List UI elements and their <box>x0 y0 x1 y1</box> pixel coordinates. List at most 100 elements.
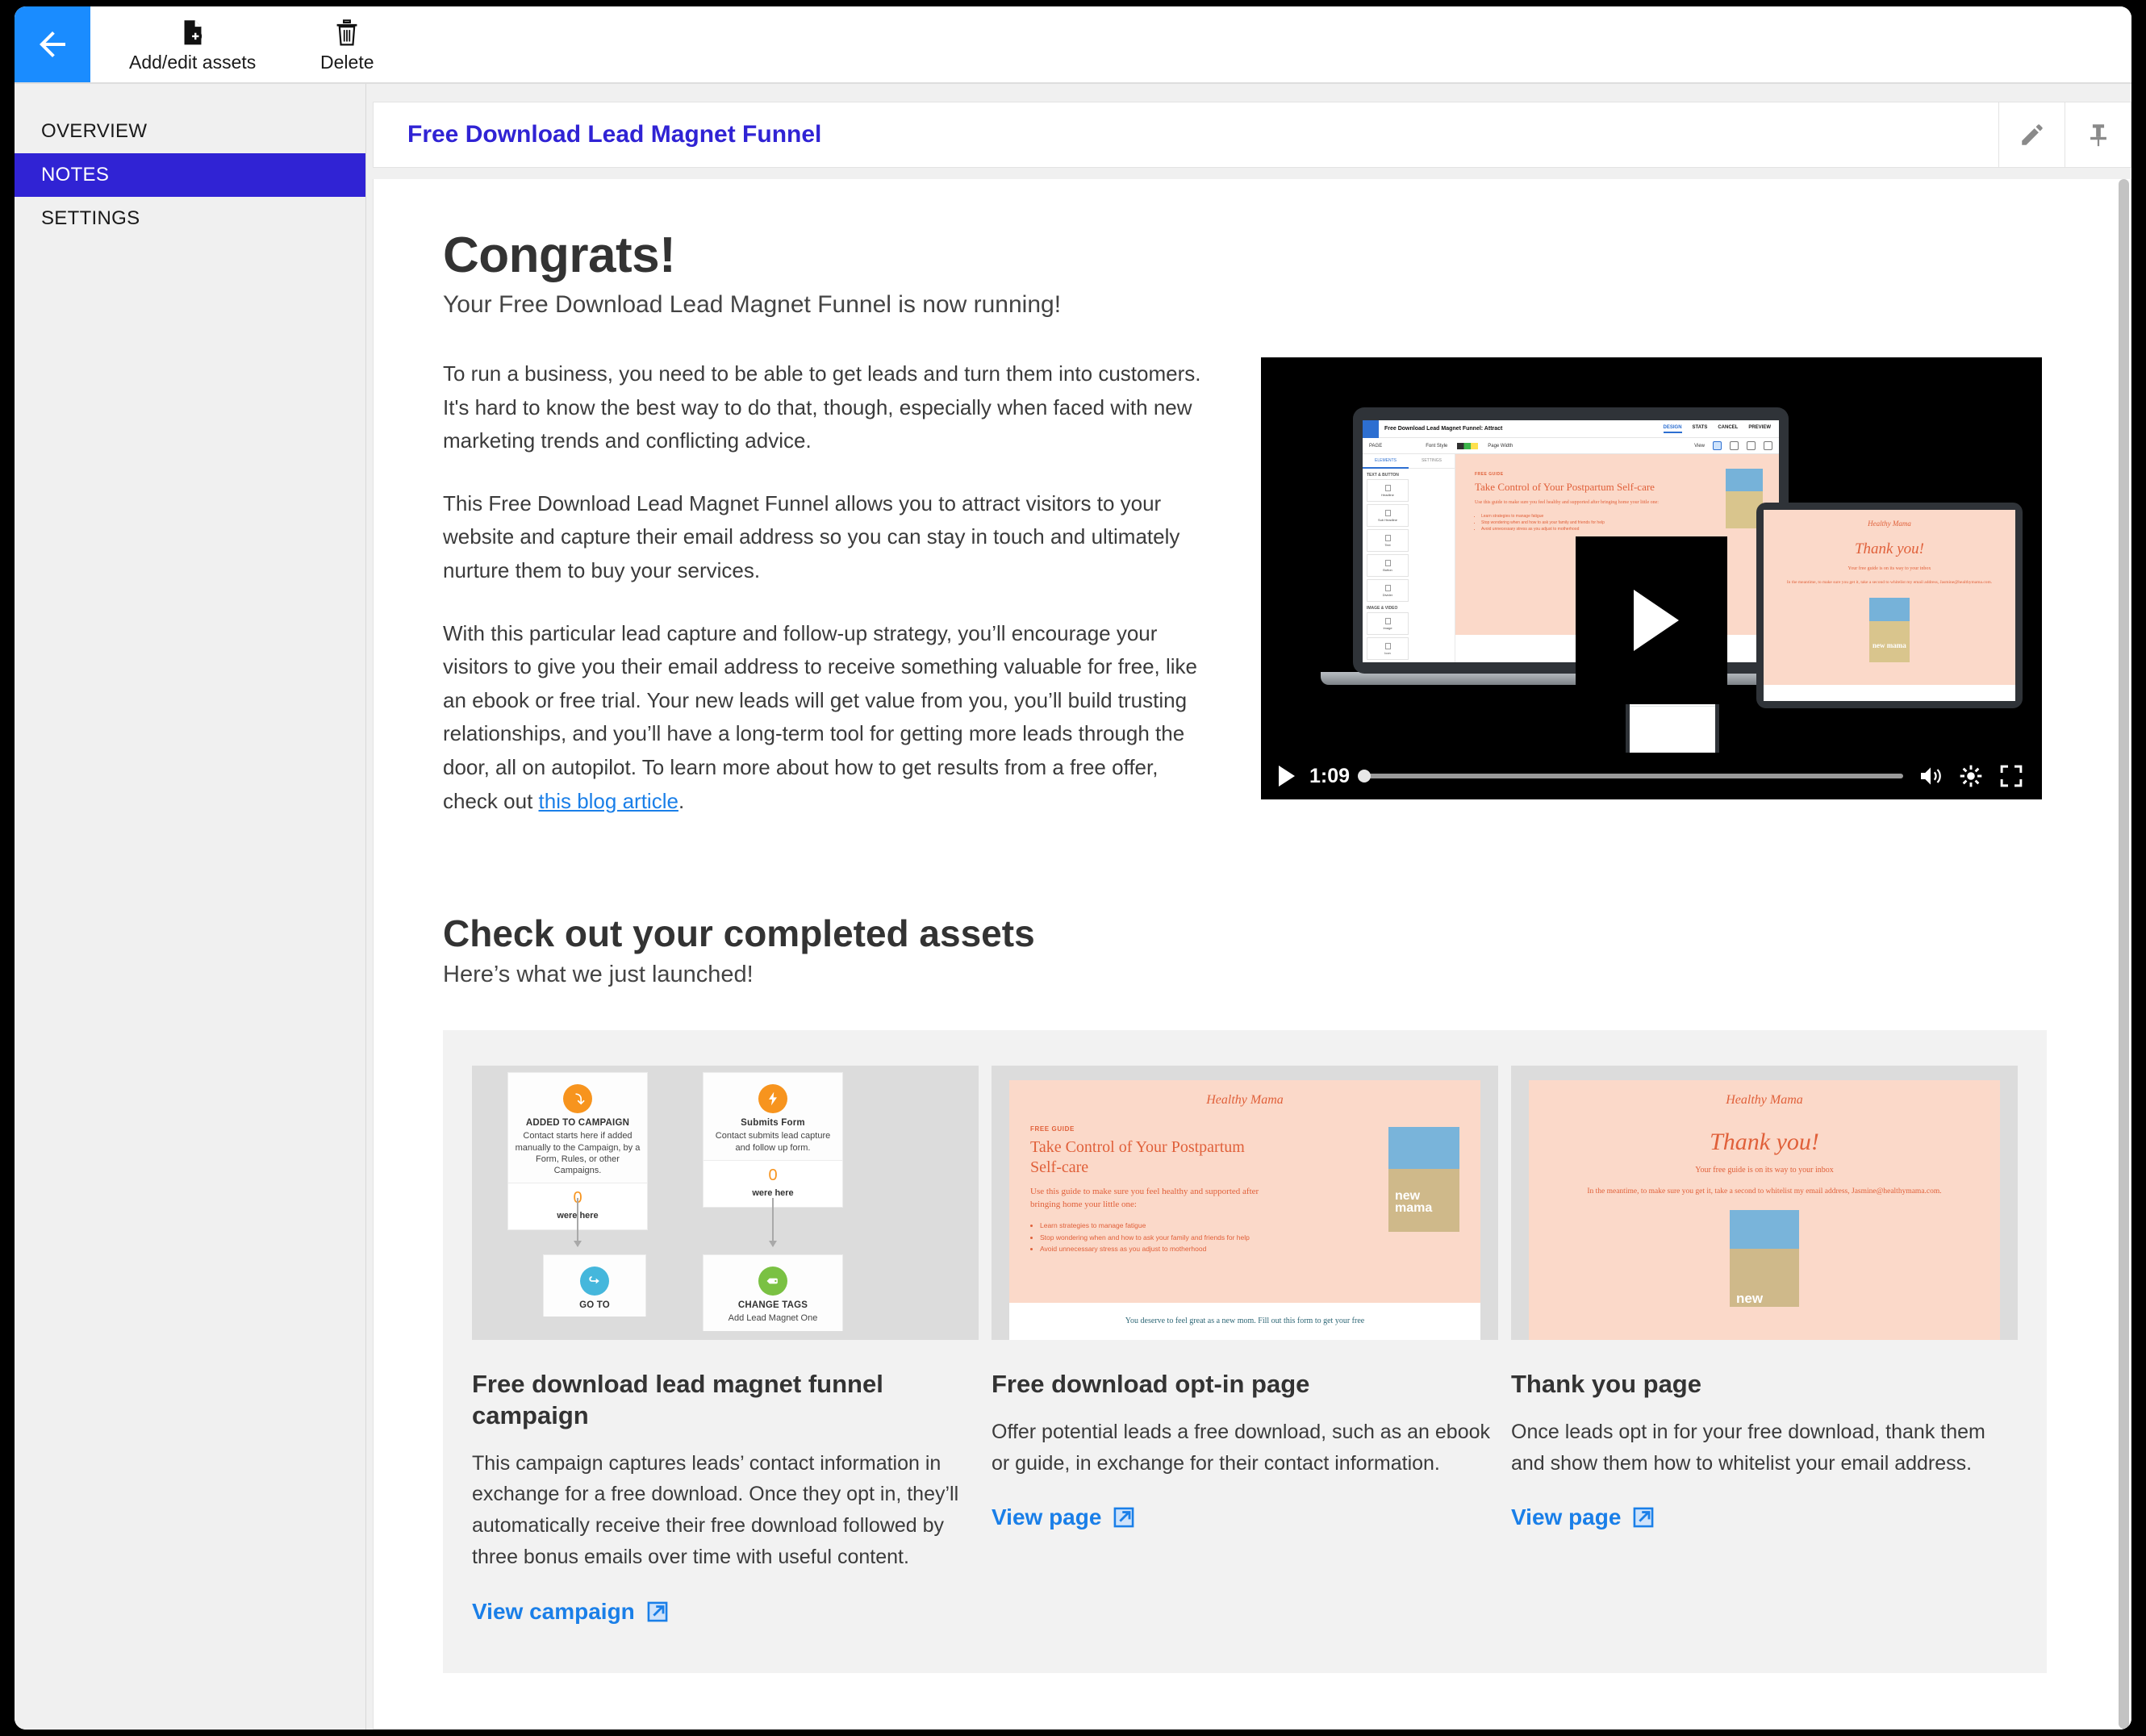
campaign-flow-thumbnail[interactable]: ADDED TO CAMPAIGN Contact starts here if… <box>472 1066 979 1341</box>
tag-icon <box>758 1267 787 1296</box>
video-player[interactable]: Free Download Lead Magnet Funnel: Attrac… <box>1261 357 2042 800</box>
lightning-bolt-icon <box>758 1084 787 1114</box>
notes-content: Congrats! Your Free Download Lead Magnet… <box>374 179 2116 1729</box>
page-title: Free Download Lead Magnet Funnel <box>407 121 822 148</box>
assets-heading: Check out your completed assets <box>443 912 1035 955</box>
content-column: Free Download Lead Magnet Funnel Congrat… <box>366 84 2131 1730</box>
app-window: Add/edit assets Delete OVERVIEW NOTES SE… <box>15 6 2131 1730</box>
video-progress-bar[interactable] <box>1358 770 1903 783</box>
sidebar-item-label: OVERVIEW <box>41 120 148 142</box>
volume-button[interactable] <box>1918 763 1944 789</box>
settings-button[interactable] <box>1958 763 1984 789</box>
cell-label: Text <box>1384 542 1391 547</box>
video-column: Free Download Lead Magnet Funnel: Attrac… <box>1261 357 2068 818</box>
tablet-view-icon <box>1730 441 1739 451</box>
laptop-section-text-button: TEXT & BUTTON <box>1367 473 1399 478</box>
assets-header: Check out your completed assets Here’s w… <box>374 912 2116 988</box>
delete-label: Delete <box>320 51 374 73</box>
asset-card-title: Thank you page <box>1511 1370 1701 1399</box>
sidebar-item-notes[interactable]: NOTES <box>15 153 365 197</box>
view-campaign-link[interactable]: View campaign <box>472 1599 669 1625</box>
cell-label: Headline <box>1381 492 1394 497</box>
thank-you-headline: Thank you! <box>1710 1129 1819 1156</box>
assets-subheading: Here’s what we just launched! <box>443 962 754 988</box>
laptop-base <box>1321 672 1821 686</box>
back-button[interactable] <box>15 6 90 82</box>
video-poster: Free Download Lead Magnet Funnel: Attrac… <box>1261 357 2042 753</box>
asset-card-title: Free download lead magnet funnel campaig… <box>472 1370 883 1429</box>
laptop-menu-design: DESIGN <box>1663 425 1682 433</box>
paragraph-3-post: . <box>678 788 685 813</box>
optin-brand: Healthy Mama <box>1206 1093 1284 1108</box>
optin-bullets: Learn strategies to manage fatigue Stop … <box>1030 1220 1280 1254</box>
flow-node-change-tags: CHANGE TAGS Add Lead Magnet One <box>703 1254 843 1331</box>
thank-you-line-1: Your free guide is on its way to your in… <box>1695 1166 1834 1175</box>
vertical-scrollbar[interactable] <box>2116 179 2131 1729</box>
flow-node-title: GO TO <box>579 1300 610 1311</box>
view-campaign-label: View campaign <box>472 1598 635 1624</box>
top-toolbar: Add/edit assets Delete <box>15 6 2131 84</box>
trash-icon <box>334 16 360 47</box>
optin-book-text: new mama <box>1395 1188 1433 1216</box>
cell-label: Image <box>1383 625 1392 630</box>
external-link-icon <box>647 1601 668 1622</box>
sidebar-item-label: SETTINGS <box>41 207 140 229</box>
flow-node-desc: Contact submits lead capture and follow … <box>715 1131 831 1153</box>
optin-book-image: new mama <box>1388 1127 1459 1233</box>
flow-connector <box>574 1198 582 1248</box>
main-body: OVERVIEW NOTES SETTINGS Free Download Le… <box>15 84 2131 1730</box>
bullet: Learn strategies to manage fatigue <box>1040 1220 1280 1231</box>
cell-label: Sub Headline <box>1377 517 1398 522</box>
laptop-menu-cancel: CANCEL <box>1718 424 1739 430</box>
asset-card-description: Offer potential leads a free download, s… <box>992 1420 1491 1475</box>
fullscreen-button[interactable] <box>1998 763 2024 789</box>
bullet: Stop wondering when and how to ask your … <box>1040 1232 1280 1243</box>
view-optin-page-link[interactable]: View page <box>992 1504 1135 1530</box>
flow-node-go-to: GO TO <box>543 1254 646 1317</box>
intro-paragraphs: To run a business, you need to be able t… <box>443 357 1217 818</box>
add-edit-assets-button[interactable]: Add/edit assets <box>106 6 278 82</box>
video-play-overlay-button[interactable] <box>1576 536 1727 705</box>
mobile-view-icon <box>1747 441 1756 451</box>
sidebar-item-overview[interactable]: OVERVIEW <box>15 110 365 153</box>
sidebar-item-settings[interactable]: SETTINGS <box>15 197 365 240</box>
laptop-menu-preview: PREVIEW <box>1748 424 1771 430</box>
tablet-book-text: new mama <box>1873 641 1906 649</box>
volume-icon <box>1921 767 1941 785</box>
laptop-section-image-video: IMAGE & VIDEO <box>1367 606 1398 611</box>
optin-paragraph: Use this guide to make sure you feel hea… <box>1030 1187 1259 1210</box>
pin-button[interactable] <box>2065 102 2131 167</box>
optin-eyebrow: FREE GUIDE <box>1030 1125 1075 1133</box>
play-button[interactable] <box>1279 766 1295 787</box>
laptop-tab-elements: ELEMENTS <box>1363 454 1409 469</box>
add-edit-assets-label: Add/edit assets <box>129 51 257 73</box>
blog-article-link[interactable]: this blog article <box>539 789 678 813</box>
tablet-line-1: Your free guide is on its way to your in… <box>1847 566 1931 572</box>
external-link-icon <box>1634 1508 1654 1528</box>
laptop-view-label: View <box>1694 443 1705 449</box>
optin-page-thumbnail[interactable]: Healthy Mama FREE GUIDE Take Control of … <box>992 1066 1498 1341</box>
view-page-label: View page <box>992 1504 1102 1530</box>
asset-card-thank-you-page: Healthy Mama Thank you! Your free guide … <box>1511 1066 2018 1625</box>
flow-node-title: Submits Form <box>741 1118 805 1129</box>
arrow-down-circle-icon <box>563 1084 592 1114</box>
optin-footer: You deserve to feel great as a new mom. … <box>1125 1317 1365 1326</box>
asset-card-title: Free download opt-in page <box>992 1370 1310 1399</box>
thank-you-page-thumbnail[interactable]: Healthy Mama Thank you! Your free guide … <box>1511 1066 2018 1341</box>
goto-arrow-icon <box>580 1267 609 1296</box>
asset-card-description: This campaign captures leads’ contact in… <box>472 1451 959 1568</box>
thank-you-line-2: In the meantime, to make sure you get it… <box>1587 1187 1942 1196</box>
edit-title-button[interactable] <box>1998 102 2065 167</box>
paragraph-2: This Free Download Lead Magnet Funnel al… <box>443 490 1180 583</box>
view-thank-you-page-link[interactable]: View page <box>1511 1504 1655 1530</box>
title-bar: Free Download Lead Magnet Funnel <box>373 102 2131 168</box>
scrollbar-thumb[interactable] <box>2119 179 2129 1729</box>
notes-scroll-area: Congrats! Your Free Download Lead Magnet… <box>373 179 2131 1730</box>
flow-node-count-label: were here <box>752 1187 794 1198</box>
external-link-icon <box>1114 1508 1134 1528</box>
asset-card-description: Once leads opt in for your free download… <box>1511 1420 1985 1475</box>
video-progress-handle[interactable] <box>1358 770 1372 783</box>
sidebar: OVERVIEW NOTES SETTINGS <box>15 84 366 1730</box>
delete-button[interactable]: Delete <box>278 6 415 82</box>
paragraph-3: With this particular lead capture and fo… <box>443 617 1217 819</box>
